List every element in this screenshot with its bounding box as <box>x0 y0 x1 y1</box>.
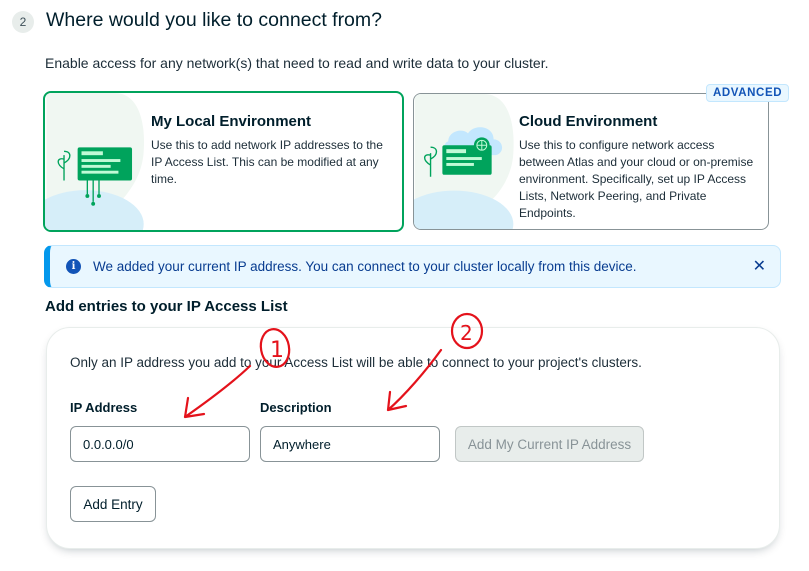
ip-address-label: IP Address <box>70 400 138 415</box>
info-banner: i We added your current IP address. You … <box>44 245 781 288</box>
info-icon: i <box>66 259 81 274</box>
cloud-environment-description: Use this to configure network access bet… <box>519 138 754 220</box>
ip-address-input[interactable] <box>70 426 250 462</box>
local-environment-description: Use this to add network IP addresses to … <box>151 138 383 186</box>
local-environment-title: My Local Environment <box>151 113 312 130</box>
add-entry-button[interactable]: Add Entry <box>70 486 156 522</box>
step-number-badge: 2 <box>12 11 34 33</box>
description-input[interactable] <box>260 426 440 462</box>
close-icon[interactable]: ✕ <box>753 256 766 276</box>
info-banner-text: We added your current IP address. You ca… <box>93 259 637 274</box>
local-environment-card[interactable]: My Local Environment Use this to add net… <box>43 91 404 232</box>
step-subtitle: Enable access for any network(s) that ne… <box>45 55 549 71</box>
access-list-heading: Add entries to your IP Access List <box>45 298 288 315</box>
local-network-illustration <box>45 93 145 230</box>
cloud-network-illustration <box>414 94 514 229</box>
access-list-note: Only an IP address you add to your Acces… <box>70 355 642 370</box>
advanced-badge: ADVANCED <box>706 84 790 102</box>
description-label: Description <box>260 400 332 415</box>
step-title: Where would you like to connect from? <box>46 9 382 31</box>
ip-access-list-card: Only an IP address you add to your Acces… <box>46 327 780 549</box>
add-current-ip-button[interactable]: Add My Current IP Address <box>455 426 644 462</box>
cloud-environment-title: Cloud Environment <box>519 113 658 130</box>
cloud-environment-card[interactable]: Cloud Environment Use this to configure … <box>413 93 769 230</box>
